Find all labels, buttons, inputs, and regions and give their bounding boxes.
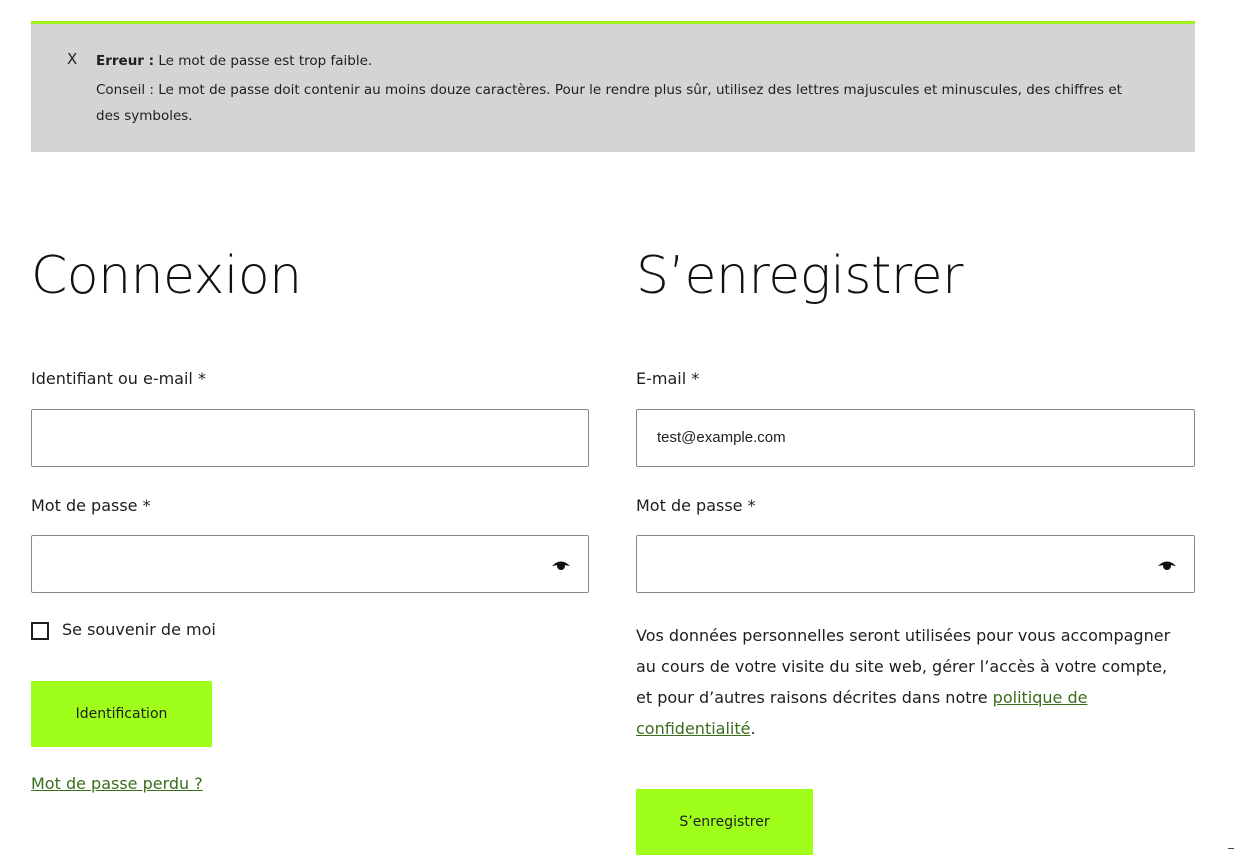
login-password-input[interactable]: [31, 535, 589, 593]
privacy-text: Vos données personnelles seront utilisée…: [636, 620, 1176, 744]
notice-hint: Conseil : Le mot de passe doit contenir …: [96, 82, 1122, 124]
privacy-text-before: Vos données personnelles seront utilisée…: [636, 626, 1171, 707]
register-password-label: Mot de passe *: [636, 496, 756, 515]
login-title: Connexion: [31, 246, 302, 306]
notice-error-line: Erreur : Le mot de passe est trop faible…: [96, 52, 372, 70]
eye-icon[interactable]: [1157, 558, 1177, 572]
register-title: S’enregistrer: [636, 246, 963, 306]
login-button[interactable]: Identification: [31, 681, 212, 747]
email-value: test@example.com: [657, 429, 786, 446]
register-password-input[interactable]: [636, 535, 1195, 593]
eye-icon[interactable]: [551, 558, 571, 572]
register-button[interactable]: S’enregistrer: [636, 789, 813, 855]
username-label: Identifiant ou e-mail *: [31, 369, 206, 388]
lost-password-link[interactable]: Mot de passe perdu ?: [31, 774, 203, 793]
privacy-text-after: .: [750, 719, 756, 738]
login-password-label: Mot de passe *: [31, 496, 151, 515]
divider: [1228, 848, 1234, 849]
email-input[interactable]: test@example.com: [636, 409, 1195, 467]
notice-error-text: Le mot de passe est trop faible.: [154, 53, 373, 69]
remember-label: Se souvenir de moi: [62, 620, 216, 639]
username-input[interactable]: [31, 409, 589, 467]
email-label: E-mail *: [636, 369, 700, 388]
notice-error-label: Erreur :: [96, 53, 155, 69]
remember-checkbox[interactable]: [31, 622, 49, 640]
error-notice: X Erreur : Le mot de passe est trop faib…: [31, 21, 1195, 152]
close-icon[interactable]: X: [67, 50, 77, 68]
